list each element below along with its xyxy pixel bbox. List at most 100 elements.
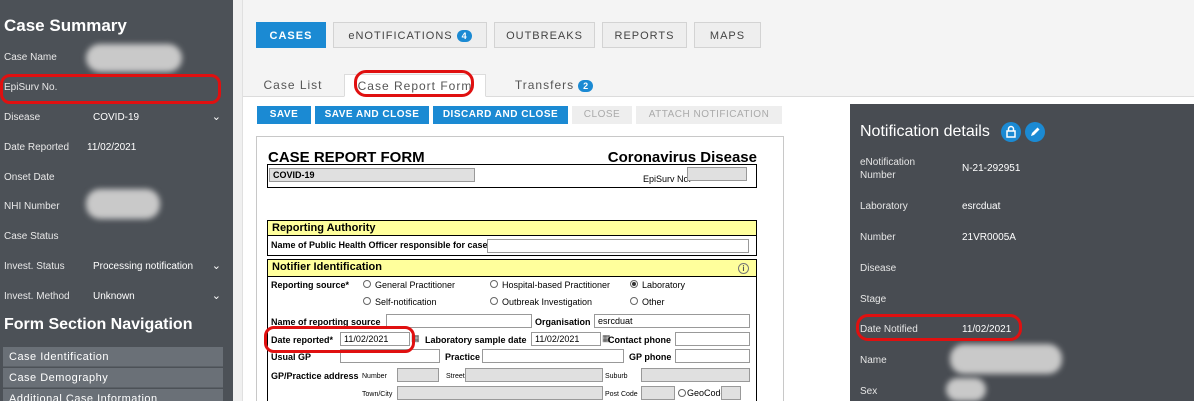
notification-details-title: Notification details (860, 123, 990, 140)
officer-field[interactable] (487, 239, 749, 253)
radio-self-notification[interactable] (363, 297, 371, 305)
enotifications-count-badge: 4 (456, 30, 472, 42)
disease-label: Disease (4, 112, 41, 123)
usual-gp-label: Usual GP (271, 352, 312, 362)
save-button[interactable]: SAVE (257, 106, 311, 124)
onset-date-label: Onset Date (4, 172, 55, 183)
street-label: Street (446, 373, 465, 380)
practice-field[interactable] (482, 349, 624, 363)
tab-cases-label: CASES (269, 30, 313, 42)
reporting-source-label: Reporting source* (271, 280, 350, 290)
app-root: Case Summary Case Name EpiSurv No. Disea… (0, 0, 1194, 401)
radio-other[interactable] (630, 297, 638, 305)
invest-method-row[interactable]: Invest. Method Unknown ⌄ (0, 283, 233, 313)
suburb-label: Suburb (605, 373, 628, 380)
case-name-redacted (86, 44, 182, 72)
number-label: Number (860, 232, 896, 243)
town-city-label: Town/City (362, 391, 393, 398)
nav-item-case-demography[interactable]: Case Demography (3, 368, 223, 388)
radio-outbreak-investigation[interactable] (490, 297, 498, 305)
nav-item-additional-case-information[interactable]: Additional Case Information (3, 389, 223, 401)
lock-icon[interactable] (1001, 122, 1021, 142)
tab-enotifications-label: eNOTIFICATIONS (348, 30, 453, 42)
chevron-down-icon[interactable]: ⌄ (212, 259, 221, 272)
nav-item-case-identification[interactable]: Case Identification (3, 347, 223, 367)
address-number-field[interactable] (397, 368, 439, 382)
tab-cases[interactable]: CASES (256, 22, 326, 48)
radio-other-label: Other (642, 297, 665, 307)
post-code-label: Post Code (605, 391, 638, 398)
disease-field: COVID-19 (269, 168, 475, 182)
radio-laboratory[interactable] (630, 280, 638, 288)
contact-phone-label: Contact phone (608, 335, 671, 345)
number-label: Number (362, 373, 387, 380)
disease-row[interactable]: Disease COVID-19 ⌄ (0, 104, 233, 134)
disease-label: Disease (860, 263, 897, 274)
disease-select-value[interactable]: COVID-19 (93, 112, 139, 123)
enotification-number-value: N-21-292951 (962, 163, 1021, 174)
chevron-down-icon[interactable]: ⌄ (212, 289, 221, 302)
discard-and-close-button[interactable]: DISCARD AND CLOSE (433, 106, 568, 124)
tab-maps[interactable]: MAPS (694, 22, 761, 48)
address-town-field[interactable] (397, 386, 603, 400)
reporting-authority-heading: Reporting Authority (267, 220, 757, 236)
radio-general-practitioner[interactable] (363, 280, 371, 288)
address-street-field[interactable] (465, 368, 603, 382)
number-value: 21VR0005A (962, 232, 1016, 243)
sex-label: Sex (860, 386, 878, 397)
nhi-number-redacted (86, 189, 160, 219)
invest-method-select-value[interactable]: Unknown (93, 291, 135, 302)
gp-phone-field[interactable] (675, 349, 750, 363)
address-suburb-field[interactable] (641, 368, 750, 382)
chevron-down-icon[interactable]: ⌄ (212, 110, 221, 123)
form-section-navigation-title: Form Section Navigation (4, 316, 193, 333)
case-report-form-document: CASE REPORT FORM Coronavirus Disease COV… (256, 136, 784, 401)
name-label: Name (860, 355, 887, 366)
case-status-row: Case Status (0, 223, 233, 253)
sidebar-splitter[interactable] (233, 0, 243, 401)
contact-phone-field[interactable] (675, 332, 750, 346)
attach-notification-button[interactable]: ATTACH NOTIFICATION (636, 106, 782, 124)
geocode-checkbox[interactable] (678, 389, 686, 397)
top-navigation: CASES eNOTIFICATIONS 4 OUTBREAKS REPORTS … (243, 0, 1194, 68)
nhi-number-row: NHI Number (0, 189, 233, 223)
practice-label: Practice (445, 352, 481, 362)
tab-enotifications[interactable]: eNOTIFICATIONS 4 (333, 22, 487, 48)
tab-outbreaks-label: OUTBREAKS (506, 30, 583, 42)
episurv-highlight-annotation (0, 74, 221, 104)
organisation-field[interactable]: esrcduat (594, 314, 750, 328)
invest-status-select-value[interactable]: Processing notification (93, 261, 193, 272)
tab-outbreaks[interactable]: OUTBREAKS (494, 22, 595, 48)
notification-details-panel: Notification details eNotification Numbe… (850, 104, 1194, 401)
tab-reports[interactable]: REPORTS (602, 22, 687, 48)
episurv-no-field (687, 167, 747, 181)
pencil-icon[interactable] (1025, 122, 1045, 142)
save-and-close-button[interactable]: SAVE AND CLOSE (315, 106, 429, 124)
case-report-form-highlight-annotation (354, 70, 474, 97)
form-header-box: COVID-19 EpiSurv No. (267, 164, 757, 188)
gp-phone-label: GP phone (629, 352, 672, 362)
invest-method-label: Invest. Method (4, 291, 70, 302)
case-summary-sidebar: Case Summary Case Name EpiSurv No. Disea… (0, 0, 233, 401)
episurv-no-label: EpiSurv No. (643, 174, 692, 184)
info-icon[interactable]: i (738, 263, 749, 274)
case-status-label: Case Status (4, 231, 59, 242)
notifier-identification-heading-text: Notifier Identification (272, 261, 382, 273)
address-postcode-field[interactable] (641, 386, 675, 400)
invest-status-row[interactable]: Invest. Status Processing notification ⌄ (0, 253, 233, 283)
tab-reports-label: REPORTS (614, 30, 675, 42)
case-summary-title: Case Summary (4, 16, 127, 35)
radio-outbreak-investigation-label: Outbreak Investigation (502, 297, 593, 307)
date-reported-label: Date Reported (4, 142, 70, 153)
date-reported-row: Date Reported 11/02/2021 (0, 134, 233, 164)
transfers-count-badge: 2 (578, 80, 594, 92)
close-button[interactable]: CLOSE (572, 106, 632, 124)
radio-hospital-practitioner[interactable] (490, 280, 498, 288)
subtab-case-list[interactable]: Case List (253, 74, 333, 97)
subtab-transfers[interactable]: Transfers 2 (504, 74, 604, 97)
date-reported-value: 11/02/2021 (87, 142, 137, 153)
geocode-field[interactable] (721, 386, 741, 400)
tab-maps-label: MAPS (709, 30, 746, 42)
laboratory-sample-date-field[interactable]: 11/02/2021 (531, 332, 601, 346)
nhi-number-label: NHI Number (4, 201, 60, 212)
